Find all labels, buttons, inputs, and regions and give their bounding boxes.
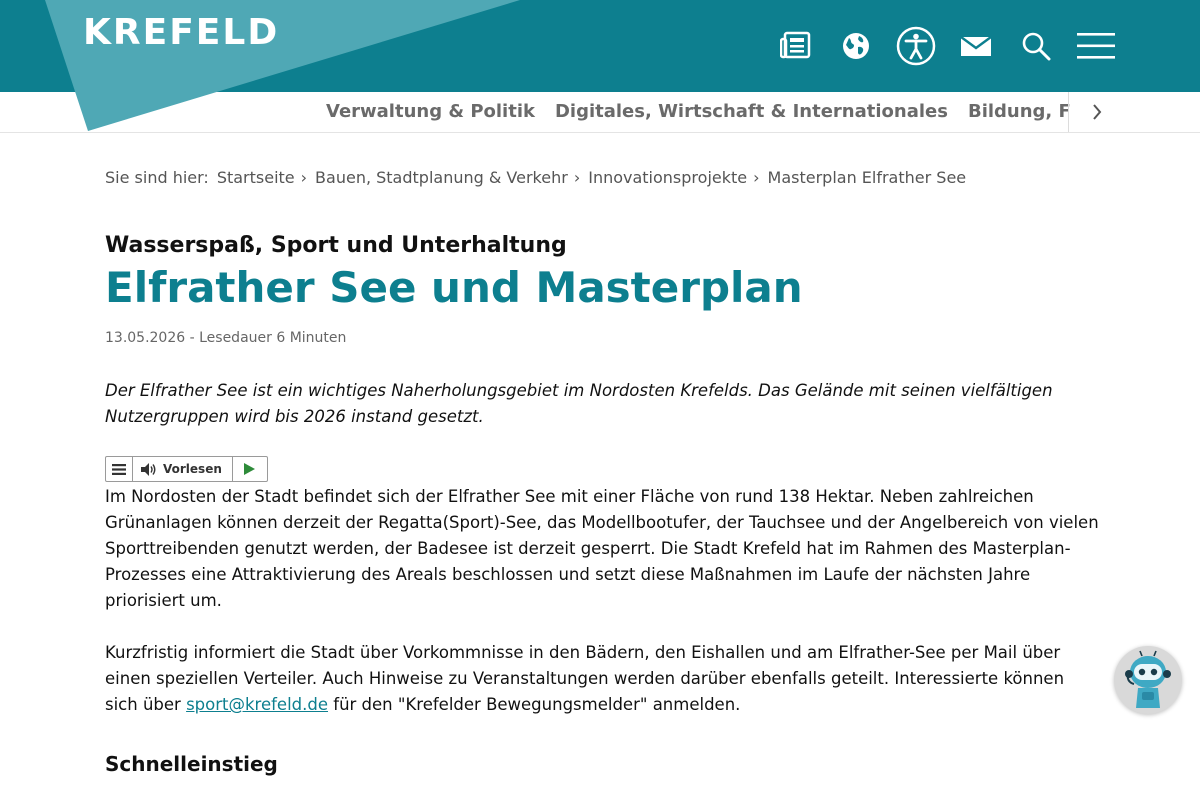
section-heading-schnelleinstieg: Schnelleinstieg bbox=[105, 752, 278, 777]
globe-icon[interactable] bbox=[836, 24, 876, 68]
accessibility-icon[interactable] bbox=[896, 24, 936, 68]
readspeaker-listen-label: Vorlesen bbox=[163, 462, 222, 477]
newspaper-icon[interactable] bbox=[776, 24, 816, 68]
article-kicker: Wasserspaß, Sport und Unterhaltung bbox=[105, 233, 567, 258]
nav-item-digitales[interactable]: Digitales, Wirtschaft & Internationales bbox=[545, 92, 958, 132]
breadcrumb: Sie sind hier: Startseite › Bauen, Stadt… bbox=[105, 168, 1105, 187]
article-lead: Der Elfrather See ist ein wichtiges Nahe… bbox=[105, 381, 1053, 427]
site-logo[interactable]: KREFELD bbox=[83, 12, 279, 53]
play-icon bbox=[244, 463, 256, 476]
menu-icon[interactable] bbox=[1076, 24, 1116, 68]
readspeaker-player: Vorlesen bbox=[105, 456, 268, 483]
nav-scroll-next-button[interactable] bbox=[1068, 92, 1125, 132]
breadcrumb-item-innovationsprojekte[interactable]: Innovationsprojekte bbox=[588, 168, 747, 187]
readspeaker-listen-button[interactable]: Vorlesen bbox=[133, 457, 233, 482]
search-icon[interactable] bbox=[1016, 24, 1056, 68]
article-meta: 13.05.2026 - Lesedauer 6 Minuten bbox=[105, 330, 347, 347]
breadcrumb-item-startseite[interactable]: Startseite bbox=[217, 168, 295, 187]
paragraph-text: für den "Krefelder Bewegungsmelder" anme… bbox=[328, 695, 741, 715]
nav-item-bildung[interactable]: Bildung, Familie & Senioren bbox=[958, 92, 1070, 132]
chatbot-button[interactable] bbox=[1114, 646, 1182, 714]
breadcrumb-item-current: Masterplan Elfrather See bbox=[767, 168, 967, 187]
article-paragraph-2: Kurzfristig informiert die Stadt über Vo… bbox=[105, 640, 1100, 718]
header-toolbar bbox=[776, 24, 1116, 68]
breadcrumb-separator: › bbox=[753, 168, 760, 187]
main-navigation: Verwaltung & Politik Digitales, Wirtschaf… bbox=[0, 92, 1200, 133]
main-content: Sie sind hier: Startseite › Bauen, Stadt… bbox=[105, 132, 1105, 793]
email-link[interactable]: sport@krefeld.de bbox=[186, 695, 328, 714]
speaker-icon bbox=[141, 462, 156, 476]
readspeaker-play-button[interactable] bbox=[233, 457, 267, 481]
breadcrumb-separator: › bbox=[573, 168, 581, 187]
list-menu-icon bbox=[112, 463, 126, 475]
readspeaker-menu-button[interactable] bbox=[106, 457, 133, 482]
nav-item-verwaltung[interactable]: Verwaltung & Politik bbox=[316, 92, 545, 132]
breadcrumb-label: Sie sind hier: bbox=[105, 168, 209, 187]
nav-scroller: Verwaltung & Politik Digitales, Wirtschaf… bbox=[316, 92, 1070, 132]
breadcrumb-item-bauen[interactable]: Bauen, Stadtplanung & Verkehr bbox=[315, 168, 568, 187]
breadcrumb-separator: › bbox=[300, 168, 308, 187]
article-paragraph-1: Im Nordosten der Stadt befindet sich der… bbox=[105, 487, 1099, 611]
page-title: Elfrather See und Masterplan bbox=[105, 263, 803, 312]
chatbot-robot-icon bbox=[1125, 650, 1171, 708]
mail-icon[interactable] bbox=[956, 24, 996, 68]
chevron-right-icon bbox=[1093, 104, 1102, 120]
